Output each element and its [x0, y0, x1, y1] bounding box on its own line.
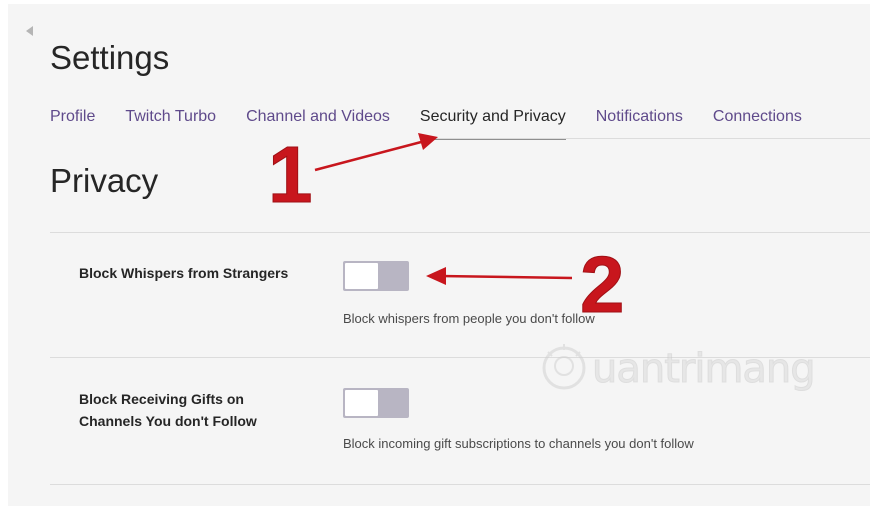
toggle-knob	[345, 263, 378, 289]
tab-security-and-privacy[interactable]: Security and Privacy	[419, 106, 566, 140]
tab-twitch-turbo[interactable]: Twitch Turbo	[125, 106, 216, 138]
settings-tabs: Profile Twitch Turbo Channel and Videos …	[50, 106, 832, 140]
setting-label-line: Block Receiving Gifts on	[79, 391, 244, 407]
tab-profile[interactable]: Profile	[50, 106, 95, 138]
section-divider	[50, 232, 870, 233]
tab-channel-and-videos[interactable]: Channel and Videos	[246, 106, 390, 138]
tab-connections[interactable]: Connections	[713, 106, 802, 138]
row-divider	[50, 484, 870, 485]
collapse-sidebar-icon[interactable]	[26, 26, 33, 36]
section-title: Privacy	[50, 162, 159, 199]
watermark-text: uantrimang	[592, 346, 817, 393]
block-whispers-toggle[interactable]	[343, 261, 409, 291]
setting-label-line: Block Whispers from Strangers	[79, 265, 289, 281]
toggle-knob	[345, 390, 378, 416]
tab-notifications[interactable]: Notifications	[596, 106, 683, 138]
lightbulb-icon	[542, 344, 586, 390]
watermark: uantrimang	[540, 336, 840, 406]
page-title: Settings	[50, 39, 170, 76]
setting-description: Block incoming gift subscriptions to cha…	[343, 436, 694, 451]
setting-label-block-gifts: Block Receiving Gifts on Channels You do…	[79, 388, 257, 432]
setting-label-line: Channels You don't Follow	[79, 413, 257, 429]
setting-label-block-whispers: Block Whispers from Strangers	[79, 262, 288, 284]
block-gifts-toggle[interactable]	[343, 388, 409, 418]
tabs-divider	[435, 138, 870, 139]
setting-description: Block whispers from people you don't fol…	[343, 311, 595, 326]
